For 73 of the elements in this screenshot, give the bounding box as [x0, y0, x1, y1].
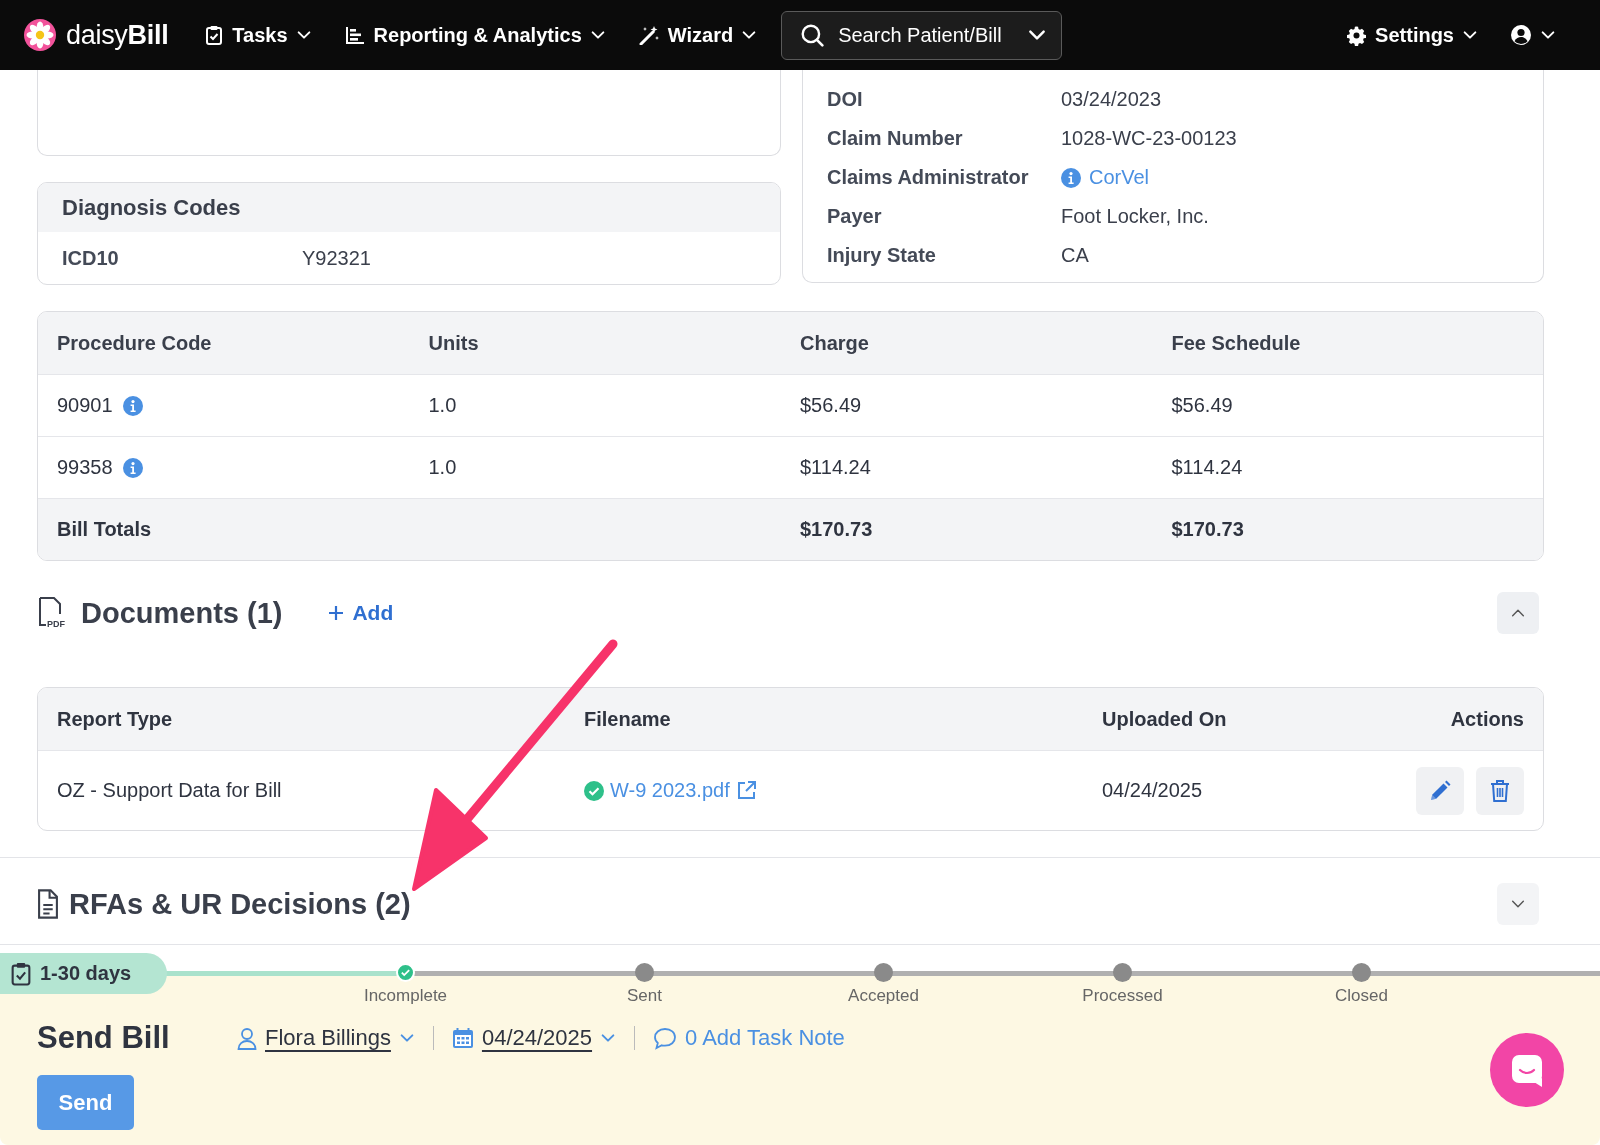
column-header: Charge — [800, 331, 870, 355]
step-label: Closed — [1335, 986, 1388, 1006]
field-label: Payer — [827, 205, 883, 228]
column-header: Report Type — [57, 707, 174, 731]
external-link-icon — [735, 780, 757, 801]
field-label: Claim Number — [827, 127, 964, 150]
search-icon — [800, 23, 825, 47]
section-title: RFAs & UR Decisions (2) — [69, 887, 411, 921]
brand-name[interactable]: daisyBill — [66, 19, 169, 51]
clipboard-check-icon — [204, 25, 225, 45]
nav-menu-button[interactable]: Reporting & Analytics — [331, 23, 618, 47]
column-header: Uploaded On — [1102, 707, 1228, 731]
date-dropdown[interactable]: 04/24/2025 — [451, 1025, 617, 1051]
bar-chart-icon — [343, 25, 366, 45]
table-cell: 99358 — [57, 456, 113, 479]
card-title: Diagnosis Codes — [38, 183, 780, 232]
field-label: DOI — [827, 88, 864, 111]
table-cell-text: $170.73 — [800, 518, 874, 541]
code-type: ICD10 — [62, 246, 120, 270]
column-header: Units — [428, 331, 480, 355]
section-title: Documents (1) — [81, 596, 283, 630]
step-label: Accepted — [848, 986, 919, 1006]
speech-bubble-icon — [653, 1026, 678, 1050]
document-icon — [37, 889, 59, 919]
column-header: Fee Schedule — [1171, 331, 1302, 355]
pencil-icon — [1428, 778, 1452, 803]
field-label: Claims Administrator — [827, 166, 1030, 189]
add-link[interactable]: Add — [322, 600, 400, 626]
gear-icon — [1346, 24, 1368, 46]
step-label: Sent — [627, 986, 662, 1006]
plus-icon — [328, 605, 345, 621]
info-icon — [122, 395, 143, 416]
clipboard-check-icon — [10, 961, 32, 986]
due-badge: 1-30 days — [0, 953, 167, 994]
user-icon — [237, 1026, 257, 1050]
field-label: Injury State — [827, 244, 937, 267]
table-cell-text: OZ - Support Data for Bill — [57, 779, 283, 802]
table-cell-text: $114.24 — [800, 456, 872, 479]
table-cell-text: $114.24 — [1171, 456, 1244, 479]
table-cell-text: $56.49 — [800, 394, 863, 417]
column-header: Actions — [1450, 707, 1524, 731]
totals-label: Bill Totals — [57, 518, 153, 541]
column-header: Filename — [584, 707, 672, 731]
step-label: Processed — [1082, 986, 1163, 1006]
trash-icon — [1489, 778, 1511, 803]
task-title: Send Bill — [37, 1020, 171, 1056]
field-value: 03/24/2023 — [1061, 88, 1162, 111]
delete-button[interactable] — [1476, 766, 1524, 815]
user-icon — [1510, 24, 1532, 46]
column-header: Procedure Code — [57, 331, 213, 355]
assignee-dropdown[interactable]: Flora Billings — [237, 1025, 415, 1051]
nav-menu-button[interactable]: Wizard — [625, 23, 770, 47]
magic-wand-icon — [637, 25, 660, 45]
table-cell-text: 04/24/2025 — [1102, 779, 1204, 802]
calendar-icon — [451, 1027, 474, 1049]
field-value: CA — [1061, 244, 1089, 267]
info-icon — [122, 457, 143, 478]
field-value: Foot Locker, Inc. — [1061, 205, 1209, 228]
table-cell-text: 1.0 — [428, 456, 458, 479]
flower-logo-icon — [24, 19, 56, 51]
table-cell-text: $56.49 — [1171, 394, 1234, 417]
field-value: 1028-WC-23-00123 — [1061, 127, 1237, 150]
table-cell: 90901 — [57, 394, 113, 417]
diagnosis-code: Y92321 — [302, 246, 372, 270]
table-cell-text: $170.73 — [1171, 518, 1245, 541]
chat-bubble-icon — [1510, 1052, 1544, 1088]
info-icon — [1061, 167, 1081, 188]
step-label: Incomplete — [363, 986, 448, 1006]
edit-button[interactable] — [1416, 766, 1464, 815]
settings-menu-button[interactable]: Settings — [1334, 23, 1490, 47]
nav-menu-button[interactable]: Tasks — [192, 23, 324, 47]
search-button[interactable]: Search Patient/Bill — [781, 10, 1063, 60]
table-cell-text: 1.0 — [428, 394, 458, 417]
